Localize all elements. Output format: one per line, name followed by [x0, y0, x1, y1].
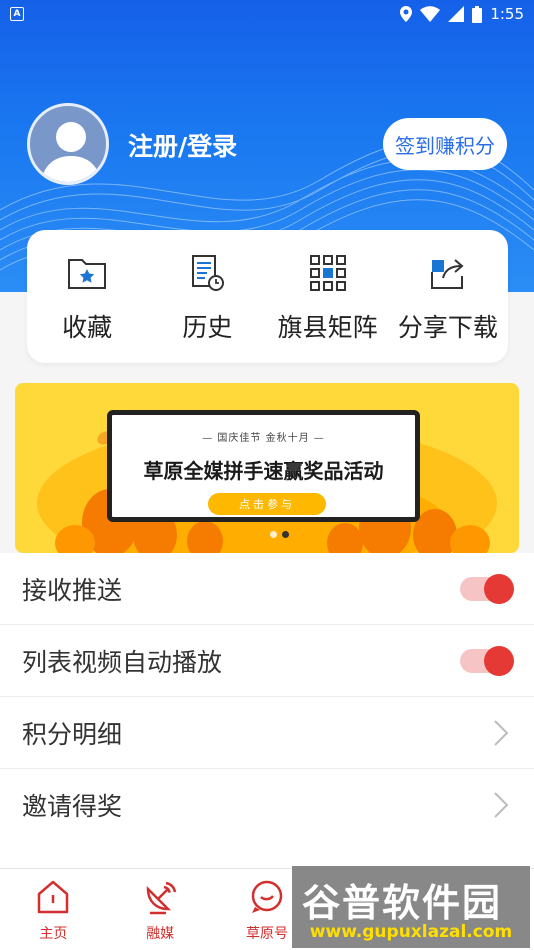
login-link[interactable]: 注册/登录 [128, 127, 237, 163]
setting-label: 邀请得奖 [22, 792, 123, 821]
banner-pagination [270, 531, 289, 538]
location-icon [400, 6, 413, 22]
setting-row-invite[interactable]: 邀请得奖 [0, 769, 534, 841]
grid-matrix-icon [309, 255, 346, 291]
nav-label: 主页 [39, 926, 68, 942]
share-icon [430, 259, 464, 289]
autoplay-toggle[interactable] [460, 645, 514, 676]
chevron-right-icon [494, 792, 509, 818]
quick-action-label: 收藏 [62, 313, 113, 342]
signal-icon [448, 6, 465, 22]
history-document-icon [192, 255, 225, 291]
nav-label: 草原号 [245, 926, 288, 942]
notification-app-icon: A [10, 7, 24, 21]
setting-row-points[interactable]: 积分明细 [0, 697, 534, 769]
quick-action-favorites[interactable]: 收藏 [27, 230, 147, 363]
setting-label: 接收推送 [22, 575, 123, 605]
setting-label: 列表视频自动播放 [22, 647, 223, 677]
nav-label: 融媒 [146, 926, 175, 942]
banner-dot[interactable] [270, 531, 277, 538]
home-icon [38, 880, 69, 914]
checkin-button[interactable]: 签到赚积分 [383, 118, 507, 170]
wifi-icon [420, 6, 441, 22]
battery-icon [472, 5, 483, 23]
nav-media[interactable]: 融媒 [107, 869, 214, 950]
banner-card: — 国庆佳节 金秋十月 — 草原全媒拼手速赢奖品活动 点击参与 [107, 410, 420, 522]
quick-action-county-matrix[interactable]: 旗县矩阵 [268, 230, 388, 363]
banner-title: 草原全媒拼手速赢奖品活动 [143, 459, 384, 483]
chat-icon [251, 880, 283, 913]
nav-home[interactable]: 主页 [0, 869, 107, 950]
setting-row-push[interactable]: 接收推送 [0, 553, 534, 625]
banner-dot-active[interactable] [282, 531, 289, 538]
quick-action-label: 历史 [182, 313, 233, 342]
quick-actions-card: 收藏 历史 旗县矩阵 分享下载 [27, 230, 508, 363]
watermark-url: www.gupuxlazal.com [309, 922, 513, 942]
folder-star-icon [68, 259, 107, 289]
quick-action-label: 旗县矩阵 [277, 313, 378, 342]
banner-subtitle: — 国庆佳节 金秋十月 — [202, 433, 325, 444]
push-toggle[interactable] [460, 573, 514, 604]
watermark: 谷普软件园 www.gupuxlazal.com [292, 866, 530, 948]
quick-action-label: 分享下载 [397, 313, 498, 342]
setting-label: 积分明细 [22, 719, 123, 749]
satellite-icon [146, 881, 177, 915]
watermark-logo: 谷普软件园 [302, 881, 503, 925]
status-bar: A 1:55 [0, 0, 534, 28]
promo-banner[interactable]: — 国庆佳节 金秋十月 — 草原全媒拼手速赢奖品活动 点击参与 [15, 383, 519, 553]
setting-row-autoplay[interactable]: 列表视频自动播放 [0, 625, 534, 697]
chevron-right-icon [494, 719, 509, 746]
quick-action-share[interactable]: 分享下载 [388, 230, 508, 363]
settings-list: 接收推送 列表视频自动播放 积分明细 邀请得奖 [0, 553, 534, 841]
banner-cta-button[interactable]: 点击参与 [208, 493, 326, 515]
quick-action-history[interactable]: 历史 [147, 230, 267, 363]
avatar[interactable] [27, 103, 109, 185]
status-time: 1:55 [490, 5, 524, 23]
